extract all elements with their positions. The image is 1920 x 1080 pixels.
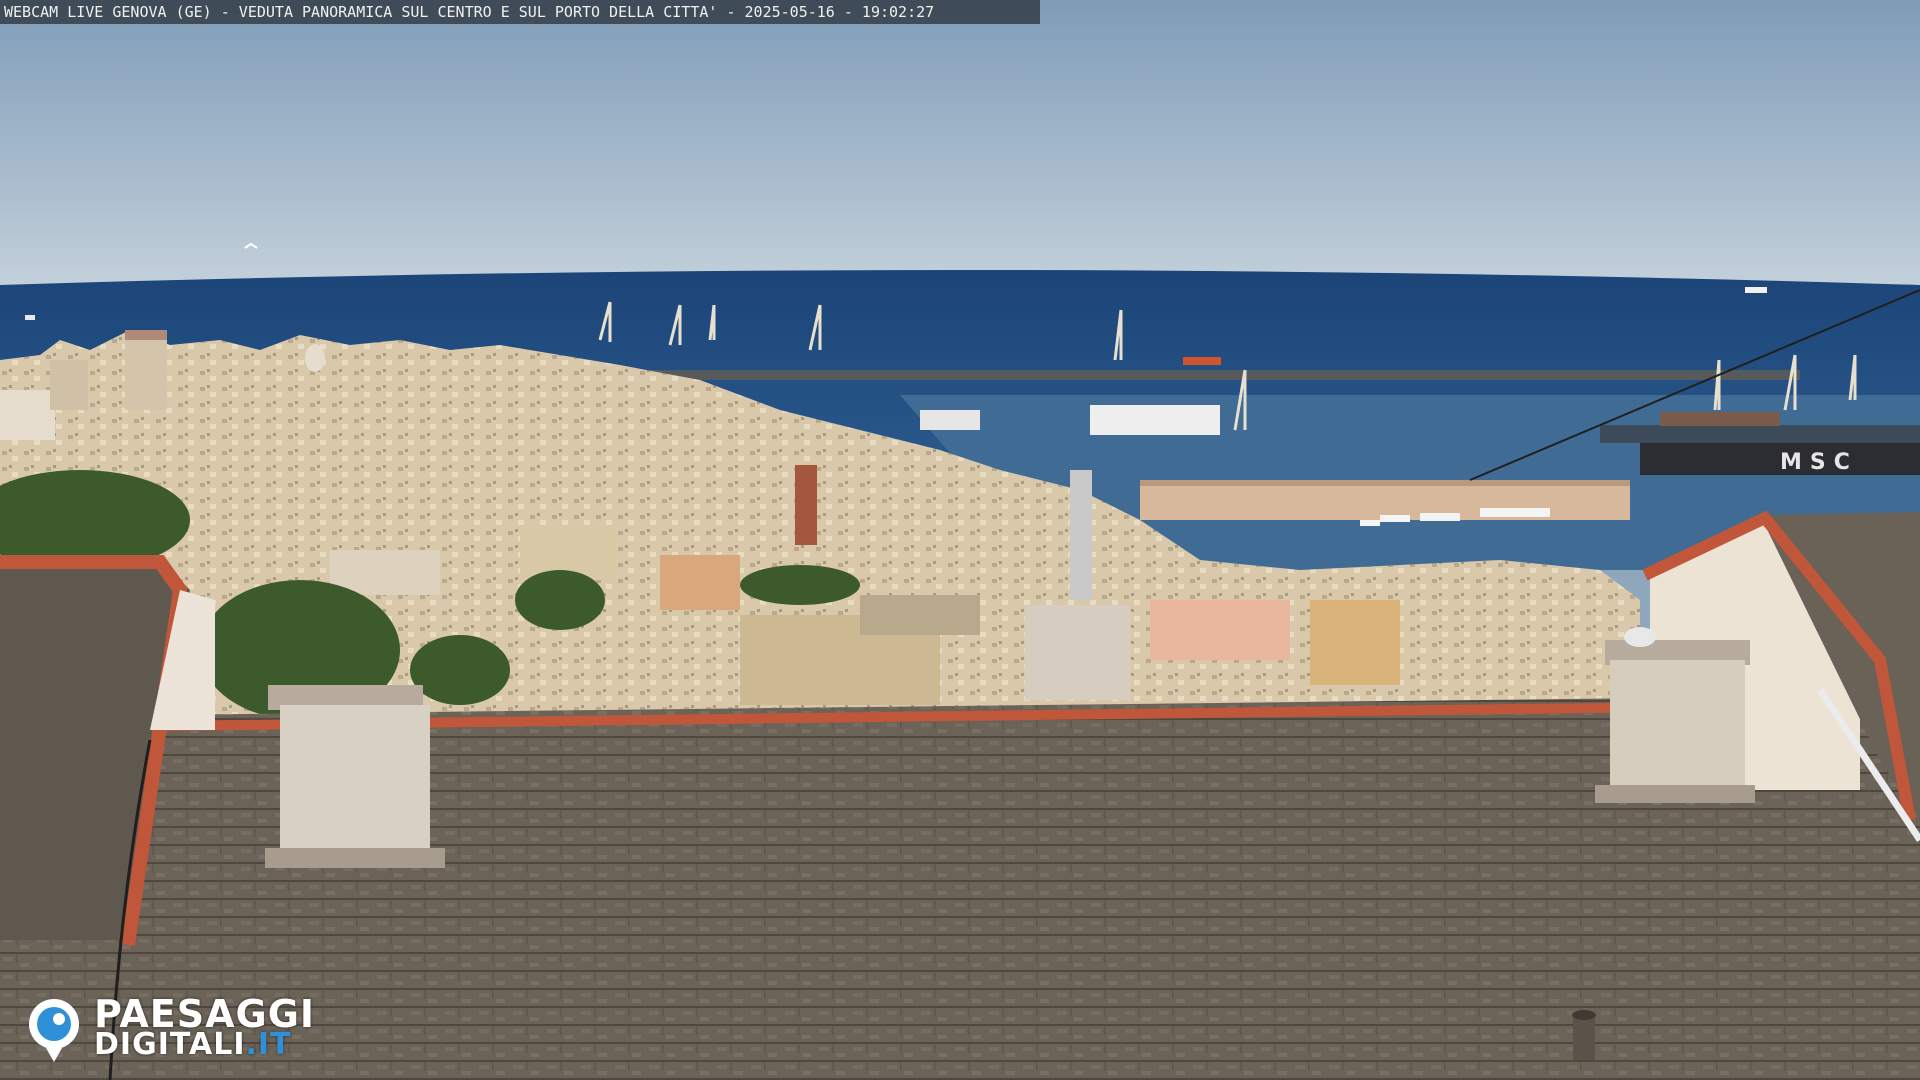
church-dome [305,344,325,372]
building [1150,600,1290,660]
building [50,360,88,410]
distant-boat [25,315,35,320]
watermark-line2: DIGITALI.IT [94,1028,292,1062]
roof-chimney-right [1595,640,1755,803]
chimney [1025,605,1130,700]
distant-boat [1745,287,1767,293]
building [860,595,980,635]
webcam-caption: WEBCAM LIVE GENOVA (GE) - VEDUTA PANORAM… [4,3,935,21]
pigeon [1624,627,1656,647]
eye-camera-icon [29,999,79,1062]
watermark-line2-main: DIGITALI [94,1027,246,1062]
breakwater [560,370,1800,380]
ferry [1090,405,1220,435]
ship-lettering: MSC [1780,450,1858,475]
sky [0,0,1920,285]
skyscraper [125,330,167,410]
watermark-line2-accent: .IT [245,1027,292,1062]
roof-chimney-left [265,685,445,868]
watermark-logo: PAESAGGI DIGITALI.IT [26,994,346,1064]
tug-boat [1183,357,1221,365]
steel-flue [1070,470,1092,600]
webcam-scene: MSC [0,0,1920,1080]
building [1310,600,1400,685]
building [0,390,55,440]
roof-vent [1572,1010,1596,1060]
webcam-caption-bar: WEBCAM LIVE GENOVA (GE) - VEDUTA PANORAM… [0,0,1040,24]
ferry [920,410,980,430]
building [660,555,740,610]
bell-tower [795,465,817,545]
